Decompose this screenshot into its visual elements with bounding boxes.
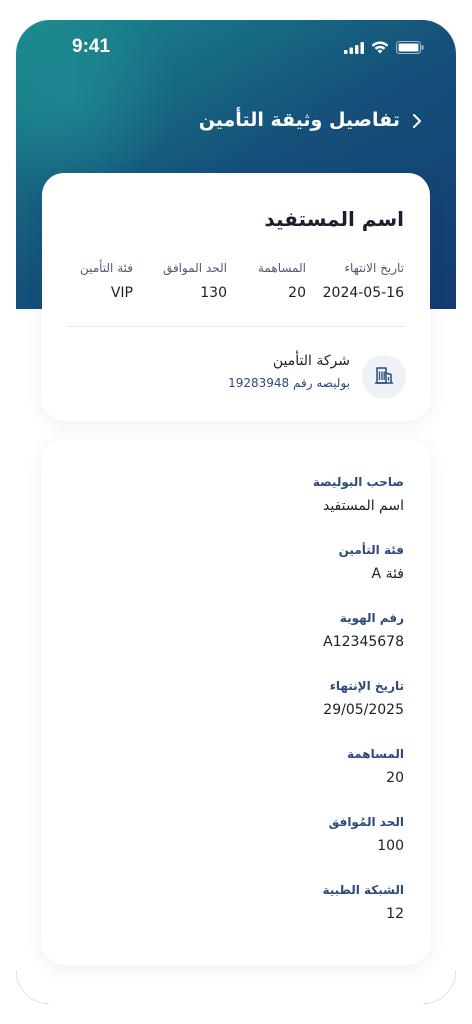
status-time: 9:41 [72,36,111,57]
page-title: تفاصيل وثيقة التأمين [198,109,400,131]
stat-value: VIP [110,285,133,301]
company-name: شركة التأمين [272,353,350,369]
insurance-company: شركة التأمين بوليصه رقم 19283948 [42,349,430,399]
battery-icon [396,39,424,58]
detail-approved-limit: الحد المُوافق 100 [329,815,404,854]
field-value: 20 [386,770,404,786]
field-label: المساهمة [346,747,404,761]
detail-id-number: رقم الهوية A12345678 [323,611,404,650]
policy-number: بوليصه رقم 19283948 [228,376,350,390]
chevron-right-icon [412,113,422,133]
header: تفاصيل وثيقة التأمين [16,104,456,144]
company-icon-container [362,355,406,399]
field-value: اسم المستفيد [322,498,404,514]
beneficiary-name: اسم المستفيد [264,207,404,231]
stat-value: 2024-05-16 [322,285,404,301]
wifi-icon [371,39,389,58]
policy-summary-card: اسم المستفيد تاريخ الانتهاء 2024-05-16 ا… [42,173,430,421]
detail-medical-network: الشبكة الطبية 12 [322,883,404,922]
stat-label: المساهمة [258,261,306,275]
stat-value: 20 [288,285,306,301]
signal-icon [344,39,364,58]
stat-label: تاريخ الانتهاء [344,261,404,275]
field-value: 29/05/2025 [323,702,404,718]
field-label: الحد المُوافق [328,815,404,829]
stat-label: فئة التأمين [79,261,133,275]
detail-expiry-date: تاريخ الإنتهاء 29/05/2025 [323,679,404,718]
field-label: رقم الهوية [339,611,404,625]
field-value: A12345678 [323,634,404,650]
back-button[interactable] [408,110,426,136]
detail-policy-holder: صاحب البوليصة اسم المستفيد [313,475,404,514]
stat-expiry: تاريخ الانتهاء 2024-05-16 [323,261,404,301]
stat-label: الحد الموافق [162,261,227,275]
field-label: تاريخ الإنتهاء [329,679,404,693]
detail-insurance-class: فئة التأمين فئة A [339,543,404,582]
field-label: فئة التأمين [338,543,404,557]
stat-approved-limit: الحد الموافق 130 [163,261,227,301]
field-value: 12 [386,906,404,922]
policy-stats: تاريخ الانتهاء 2024-05-16 المساهمة 20 ال… [42,261,430,303]
stat-contribution: المساهمة 20 [258,261,306,301]
detail-contribution: المساهمة 20 [347,747,404,786]
policy-details-card: صاحب البوليصة اسم المستفيد فئة التأمين ف… [42,439,430,965]
stat-insurance-class: فئة التأمين VIP [80,261,133,301]
status-bar: 9:41 [16,34,456,60]
divider [67,326,405,327]
phone-screen: 9:41 تفاصيل وثيقة التأمين اسم المستفيد ت… [16,20,456,1004]
field-value: 100 [377,838,404,854]
field-label: الشبكة الطبية [322,883,404,897]
field-label: صاحب البوليصة [312,475,404,489]
field-value: فئة A [371,566,404,582]
stat-value: 130 [200,285,227,301]
status-icons [344,39,424,58]
building-icon [374,365,394,389]
